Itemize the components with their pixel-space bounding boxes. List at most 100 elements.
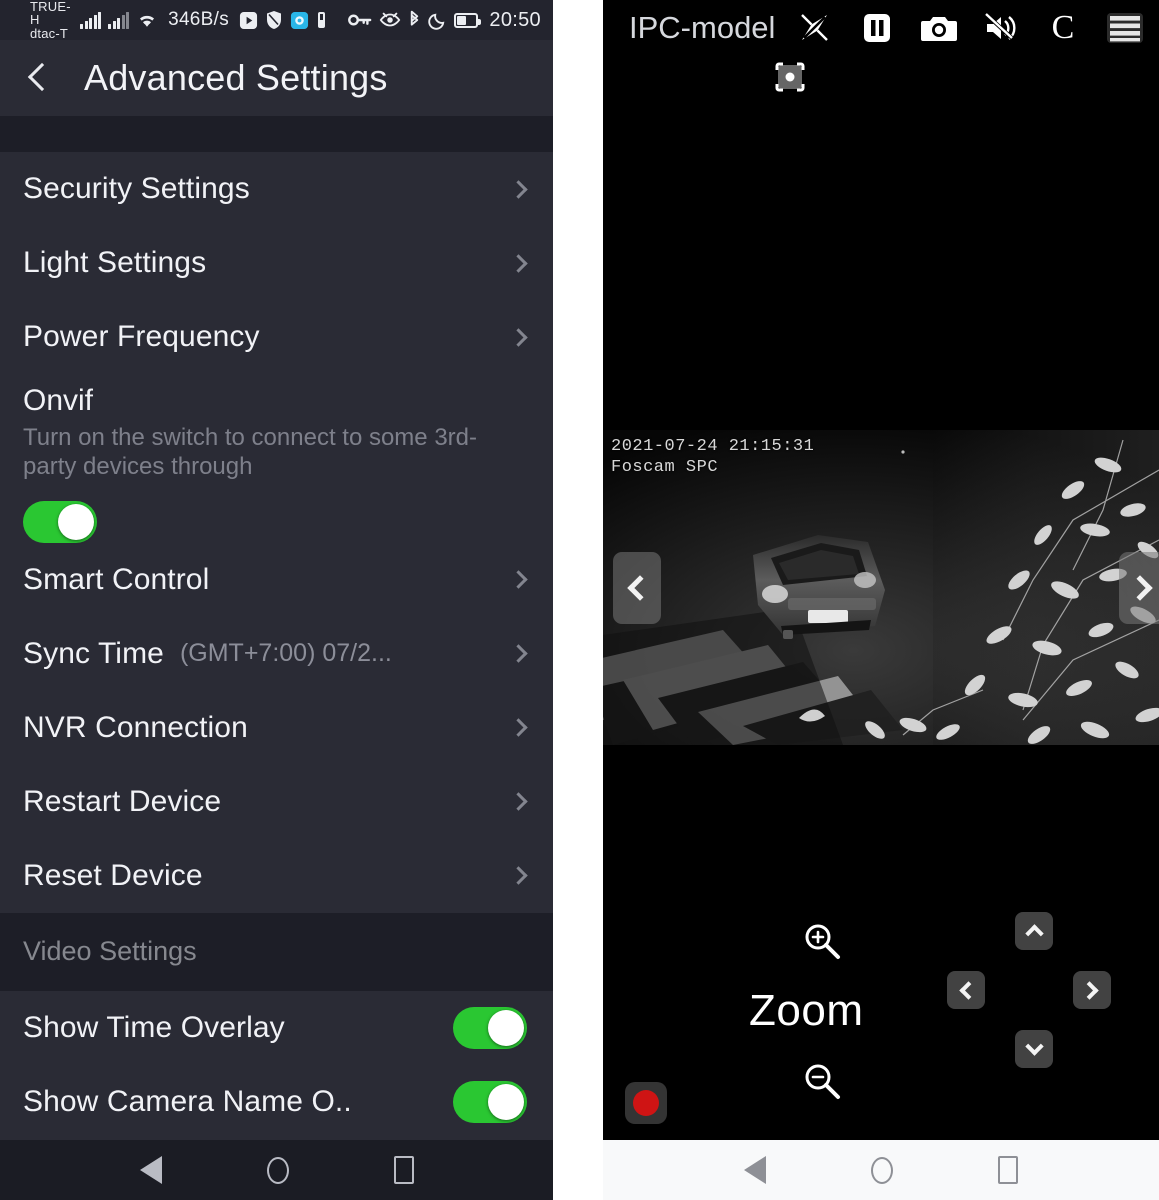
- nav-recent-icon[interactable]: [998, 1156, 1018, 1184]
- settings-phone-screen: TRUE-H dtac-T 346B/s 20:50 Advanced Sett…: [0, 0, 553, 1200]
- sidebar-item-restart-device[interactable]: Restart Device: [0, 765, 553, 839]
- row-label: Show Time Overlay: [23, 1010, 285, 1044]
- back-chevron-icon[interactable]: [28, 61, 50, 95]
- onvif-toggle[interactable]: [23, 500, 97, 543]
- ptz-down-button[interactable]: [1015, 1030, 1053, 1068]
- carrier-line-1: TRUE-H: [30, 0, 71, 28]
- battery-icon: [453, 12, 481, 28]
- video-overlay-text: 2021-07-24 21:15:31 Foscam SPC: [611, 436, 814, 479]
- onvif-description: Turn on the switch to connect to some 3r…: [23, 423, 477, 480]
- sync-time-value: (GMT+7:00) 07/2...: [179, 639, 392, 667]
- row-label: Onvif: [23, 384, 94, 417]
- onvif-text-block: Onvif Turn on the switch to connect to s…: [23, 382, 531, 481]
- nav-back-icon[interactable]: [744, 1156, 766, 1184]
- wifi-icon: [136, 11, 158, 29]
- chevron-right-icon: [509, 792, 528, 811]
- row-label: Security Settings: [23, 172, 250, 205]
- row-label: Light Settings: [23, 246, 207, 279]
- row-label: Restart Device: [23, 784, 222, 818]
- zoom-out-icon[interactable]: [801, 1060, 843, 1102]
- row-label: Show Camera Name O..: [23, 1084, 352, 1118]
- sidebar-item-sync-time[interactable]: Sync Time (GMT+7:00) 07/2...: [0, 617, 553, 691]
- row-label: Smart Control: [23, 562, 210, 596]
- chevron-right-icon: [509, 866, 528, 885]
- nav-back-icon[interactable]: [139, 1156, 162, 1184]
- chevron-right-icon: [509, 253, 528, 273]
- prev-channel-icon[interactable]: [613, 551, 661, 624]
- page-title: Advanced Settings: [84, 57, 388, 98]
- row-label: Sync Time: [23, 636, 164, 670]
- sidebar-item-network-auto-adaptability[interactable]: Network Auto-Adaptabi..: [0, 1139, 553, 1141]
- signal-bars-icon: [80, 11, 102, 29]
- focus-target-icon[interactable]: [775, 62, 805, 92]
- ptz-left-button[interactable]: [947, 971, 985, 1009]
- section-header-video-settings: Video Settings: [0, 912, 553, 991]
- pause-icon[interactable]: [857, 8, 897, 48]
- signal-bars-secondary-icon: [108, 11, 130, 29]
- mute-speaker-icon[interactable]: [981, 8, 1021, 48]
- do-not-disturb-moon-icon: [428, 11, 447, 30]
- row-label: Power Frequency: [23, 320, 260, 353]
- camera-phone-screen: IPC-model C 2021-07-24 21:15:31 Foscam S…: [603, 0, 1159, 1200]
- video-camera-name: Foscam SPC: [611, 458, 719, 478]
- nav-recent-icon[interactable]: [393, 1156, 414, 1184]
- vpn-key-icon: [347, 12, 372, 28]
- sidebar-item-show-camera-name-overlay[interactable]: Show Camera Name O..: [0, 1065, 553, 1139]
- android-navigation-bar-left: [0, 1140, 553, 1200]
- ptz-control-panel: Zoom: [603, 890, 1159, 1140]
- chevron-right-icon: [509, 644, 528, 663]
- night-mode-c-icon[interactable]: C: [1043, 8, 1083, 48]
- status-bar: TRUE-H dtac-T 346B/s 20:50: [0, 0, 553, 40]
- app-bar: Advanced Settings: [0, 40, 553, 116]
- android-navigation-bar-right: [603, 1140, 1159, 1200]
- shield-icon: [265, 10, 283, 30]
- video-stage[interactable]: 2021-07-24 21:15:31 Foscam SPC Zoom: [603, 100, 1159, 1140]
- nav-home-icon[interactable]: [266, 1156, 289, 1184]
- live-video-frame[interactable]: 2021-07-24 21:15:31 Foscam SPC: [603, 430, 1159, 745]
- settings-list: Security Settings Light Settings Power F…: [0, 152, 553, 1140]
- sidebar-item-security-settings[interactable]: Security Settings: [0, 152, 553, 226]
- network-speed-label: 346B/s: [168, 9, 230, 30]
- screen-gutter: [553, 0, 603, 1200]
- ptz-up-button[interactable]: [1015, 912, 1053, 950]
- section-header-label: Video Settings: [23, 936, 197, 966]
- nav-home-icon[interactable]: [871, 1156, 893, 1184]
- status-clock: 20:50: [489, 8, 541, 31]
- chevron-right-icon: [509, 718, 528, 737]
- carrier-line-2: dtac-T: [30, 25, 69, 41]
- sidebar-item-power-frequency[interactable]: Power Frequency: [0, 300, 553, 374]
- chevron-right-icon: [509, 570, 528, 589]
- ptz-right-button[interactable]: [1073, 971, 1111, 1009]
- usb-debug-icon: [316, 10, 327, 30]
- bluetooth-icon: [408, 10, 421, 30]
- camera-toolbar-icons: C: [795, 8, 1145, 48]
- sidebar-item-light-settings[interactable]: Light Settings: [0, 226, 553, 300]
- row-label: Reset Device: [23, 858, 203, 892]
- carrier-label: TRUE-H dtac-T: [30, 0, 73, 40]
- dual-screenshot-container: TRUE-H dtac-T 346B/s 20:50 Advanced Sett…: [0, 0, 1159, 1200]
- app-badge-icon: [290, 11, 309, 30]
- snapshot-camera-icon[interactable]: [919, 8, 959, 48]
- play-badge-icon: [239, 11, 258, 30]
- sidebar-item-show-time-overlay[interactable]: Show Time Overlay: [0, 991, 553, 1065]
- section-divider-top: [0, 116, 553, 152]
- camera-title: IPC-model: [629, 10, 776, 45]
- zoom-label: Zoom: [749, 986, 864, 1035]
- chevron-right-icon: [509, 327, 528, 347]
- sidebar-item-reset-device[interactable]: Reset Device: [0, 839, 553, 913]
- chevron-right-icon: [509, 179, 528, 199]
- camera-toolbar: IPC-model C: [603, 0, 1159, 100]
- zoom-in-icon[interactable]: [801, 920, 843, 962]
- hamburger-menu-icon[interactable]: [1105, 8, 1145, 48]
- sidebar-item-nvr-connection[interactable]: NVR Connection: [0, 691, 553, 765]
- next-channel-icon[interactable]: [1119, 551, 1159, 624]
- ptz-compass-icon[interactable]: [795, 8, 835, 48]
- show-camera-name-toggle[interactable]: [453, 1080, 527, 1123]
- eye-comfort-icon: [379, 11, 401, 29]
- show-time-overlay-toggle[interactable]: [453, 1006, 527, 1049]
- record-button-icon[interactable]: [625, 1082, 667, 1124]
- row-label: NVR Connection: [23, 710, 248, 744]
- sidebar-item-onvif[interactable]: Onvif Turn on the switch to connect to s…: [0, 374, 553, 543]
- video-timestamp: 2021-07-24 21:15:31: [611, 437, 815, 456]
- sidebar-item-smart-control[interactable]: Smart Control: [0, 543, 553, 617]
